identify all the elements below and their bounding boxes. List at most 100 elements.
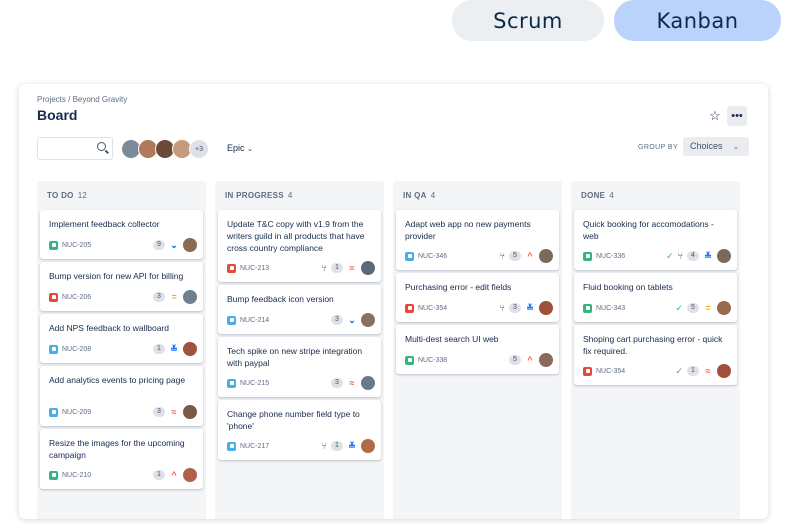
issue-card[interactable]: Bump version for new API for billing NUC… [40,262,203,311]
column-count: 4 [430,191,436,200]
kanban-toggle-button[interactable]: Kanban [614,0,781,41]
card-title: Resize the images for the upcoming campa… [49,438,185,460]
assignee-avatar[interactable] [539,301,553,315]
priority-lowest-icon: ≚ [526,303,534,313]
column-count: 4 [287,191,293,200]
issue-card[interactable]: Shoping cart purchasing error - quick fi… [574,325,737,385]
priority-medium-icon: = [705,303,711,313]
branch-icon: ⑂ [321,441,327,451]
group-by-select[interactable]: Choices ⌄ [683,137,749,156]
more-icon[interactable]: ••• [727,106,747,126]
assignee-avatar[interactable] [361,261,375,275]
assignee-avatar[interactable] [717,364,731,378]
column-header: TO DO 12 [47,191,87,200]
chevron-down-icon: ⌄ [733,144,739,151]
bug-icon [405,303,414,313]
search-icon [97,142,106,151]
priority-high-icon: ^ [171,470,177,480]
story-points: 3 [331,378,343,388]
branch-icon: ⑂ [677,251,683,261]
priority-highest-icon: ≈ [349,378,355,388]
assignee-avatar[interactable] [717,249,731,263]
story-points: 4 [687,251,699,261]
story-points: 1 [331,441,343,451]
priority-high-icon: ^ [527,355,533,365]
story-points: 9 [153,240,165,250]
issue-card[interactable]: Adapt web app no new payments provider N… [396,210,559,270]
bug-icon [227,263,236,273]
issue-card[interactable]: Tech spike on new stripe integration wit… [218,337,381,397]
story-points: 3 [509,303,521,313]
card-title: Bump feedback icon version [227,294,334,304]
card-title: Adapt web app no new payments provider [405,219,531,241]
bug-icon [49,292,58,302]
priority-lowest-icon: ≚ [704,251,712,261]
assignee-avatar[interactable] [539,249,553,263]
priority-low-icon: ⌄ [170,240,178,250]
check-icon: ✓ [675,365,683,376]
card-title: Add NPS feedback to wallboard [49,323,170,333]
assignee-avatar[interactable] [183,405,197,419]
assignee-avatar[interactable] [183,342,197,356]
issue-card[interactable]: Purchasing error - edit fields NUC-354 ⑂ 3… [396,273,559,322]
story-icon [49,470,58,480]
issue-key: NUC-338 [418,356,448,364]
scrum-toggle-button[interactable]: Scrum [452,0,604,41]
story-icon [405,355,414,365]
column-count: 4 [609,191,615,200]
issue-card[interactable]: Add analytics events to pricing page NUC… [40,366,203,426]
issue-card[interactable]: Quick booking for accomodations - web NU… [574,210,737,270]
story-points: 3 [153,407,165,417]
issue-key: NUC-354 [596,367,626,375]
story-points: 5 [509,251,521,261]
column-name: IN PROGRESS [225,191,284,200]
epic-filter-label: Epic [227,143,245,153]
branch-icon: ⑂ [321,263,327,273]
check-icon: ✓ [666,250,674,261]
issue-card[interactable]: Bump feedback icon version NUC-214 3 ⌄ [218,285,381,334]
task-icon [227,441,236,451]
assignee-avatar[interactable] [361,439,375,453]
search-input[interactable] [37,137,113,160]
story-icon [49,240,58,250]
issue-card[interactable]: Add NPS feedback to wallboard NUC-208 1 ≚ [40,314,203,363]
assignee-avatar[interactable] [183,238,197,252]
story-points: 1 [153,470,165,480]
page-title: Board [37,107,78,123]
assignee-avatar[interactable] [361,313,375,327]
avatar-more[interactable]: +3 [189,139,209,159]
card-title: Quick booking for accomodations - web [583,219,714,241]
issue-key: NUC-215 [240,379,270,387]
assignee-avatar[interactable] [361,376,375,390]
story-points: 5 [687,303,699,313]
issue-key: NUC-206 [62,293,92,301]
issue-card[interactable]: Update T&C copy with v1.9 from the write… [218,210,381,282]
issue-card[interactable]: Implement feedback collector NUC-205 9 ⌄ [40,210,203,259]
issue-card[interactable]: Resize the images for the upcoming campa… [40,429,203,489]
issue-card[interactable]: Multi-dest search UI web NUC-338 5 ^ [396,325,559,374]
issue-card[interactable]: Fluid booking on tablets NUC-343 ✓ 5 = [574,273,737,322]
branch-icon: ⑂ [499,303,505,313]
column-header: IN QA 4 [403,191,435,200]
task-icon [227,315,236,325]
assignee-avatar[interactable] [539,353,553,367]
epic-filter[interactable]: Epic ⌄ [227,143,253,153]
column-header: IN PROGRESS 4 [225,191,293,200]
story-points: 3 [153,292,165,302]
issue-card[interactable]: Change phone number field type to 'phone… [218,400,381,460]
column-todo: TO DO 12 Implement feedback collector NUC… [37,181,206,519]
assignee-avatar[interactable] [183,468,197,482]
group-by-value: Choices [690,141,723,151]
breadcrumb[interactable]: Projects / Beyond Gravity [37,95,127,104]
column-in-progress: IN PROGRESS 4 Update T&C copy with v1.9 f… [215,181,384,519]
avatar-group[interactable]: +3 [121,139,209,159]
card-title: Implement feedback collector [49,219,160,229]
star-icon[interactable]: ☆ [706,107,724,125]
assignee-avatar[interactable] [717,301,731,315]
assignee-avatar[interactable] [183,290,197,304]
story-points: 5 [509,355,521,365]
card-title: Purchasing error - edit fields [405,282,512,292]
issue-key: NUC-205 [62,241,92,249]
card-title: Add analytics events to pricing page [49,375,186,385]
card-title: Change phone number field type to 'phone… [227,409,360,431]
